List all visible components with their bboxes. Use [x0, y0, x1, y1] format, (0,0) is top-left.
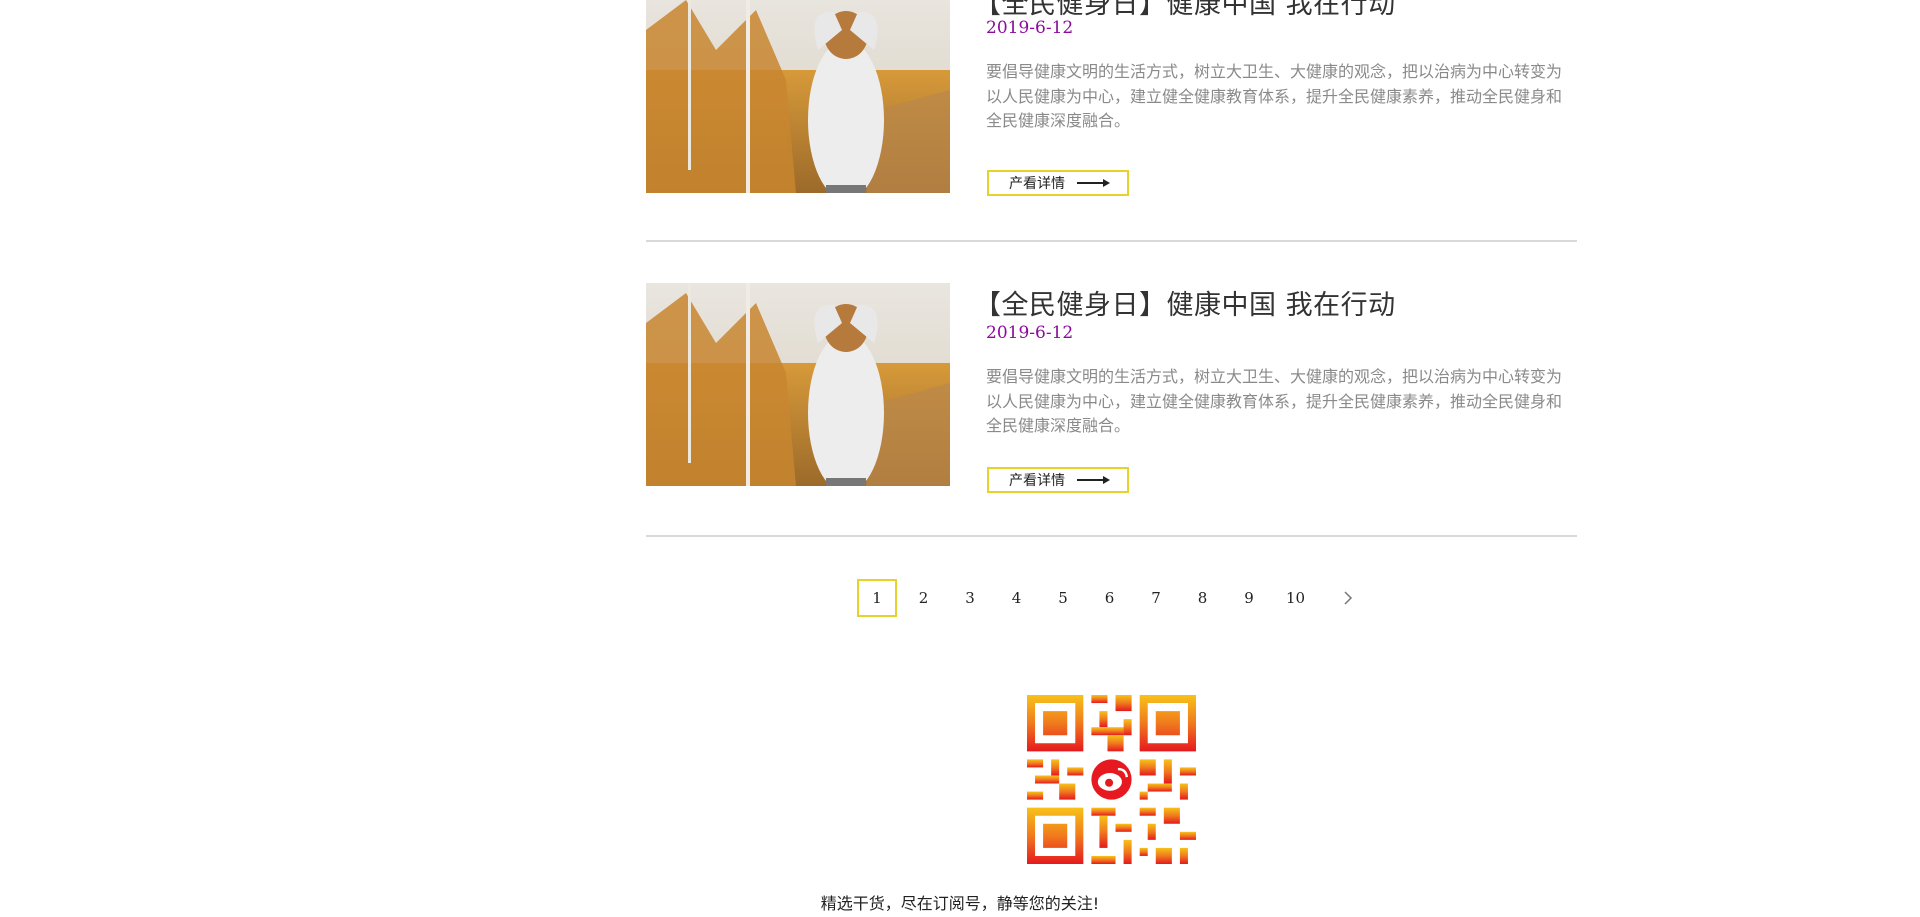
weibo-qr-code: [1027, 695, 1196, 864]
page-link[interactable]: 2: [904, 579, 944, 617]
article-card: 【全民健身日】健康中国 我在行动 2019-6-12 要倡导健康文明的生活方式，…: [646, 0, 1577, 200]
page-link[interactable]: 10: [1276, 579, 1316, 617]
article-card: 【全民健身日】健康中国 我在行动 2019-6-12 要倡导健康文明的生活方式，…: [646, 283, 1577, 493]
arrow-right-icon: [1077, 475, 1110, 485]
page-link[interactable]: 7: [1136, 579, 1176, 617]
article-excerpt: 要倡导健康文明的生活方式，树立大卫生、大健康的观念，把以治病为中心转变为以人民健…: [986, 367, 1563, 435]
page-link[interactable]: 9: [1229, 579, 1269, 617]
view-details-button[interactable]: 产看详情: [987, 170, 1129, 196]
follow-message: 精选干货，尽在订阅号，静等您的关注!: [820, 894, 1100, 913]
page-link[interactable]: 5: [1043, 579, 1083, 617]
chevron-right-icon: [1344, 591, 1353, 605]
article-thumbnail[interactable]: [646, 0, 950, 193]
article-date: 2019-6-12: [986, 18, 1074, 38]
article-divider: [646, 535, 1577, 537]
pagination: 1 2 3 4 5 6 7 8 9 10: [857, 578, 1375, 618]
page-link[interactable]: 3: [950, 579, 990, 617]
article-title[interactable]: 【全民健身日】健康中国 我在行动: [974, 283, 1396, 322]
page-link[interactable]: 4: [997, 579, 1037, 617]
page-link[interactable]: 1: [857, 579, 897, 617]
page-link[interactable]: 8: [1183, 579, 1223, 617]
view-details-button[interactable]: 产看详情: [987, 467, 1129, 493]
view-details-label: 产看详情: [1009, 472, 1065, 488]
article-excerpt: 要倡导健康文明的生活方式，树立大卫生、大健康的观念，把以治病为中心转变为以人民健…: [986, 62, 1563, 130]
article-divider: [646, 240, 1577, 242]
arrow-right-icon: [1077, 178, 1110, 188]
view-details-label: 产看详情: [1009, 175, 1065, 191]
article-date: 2019-6-12: [986, 323, 1074, 343]
next-page-button[interactable]: [1328, 579, 1368, 617]
page-link[interactable]: 6: [1090, 579, 1130, 617]
article-thumbnail[interactable]: [646, 283, 950, 486]
